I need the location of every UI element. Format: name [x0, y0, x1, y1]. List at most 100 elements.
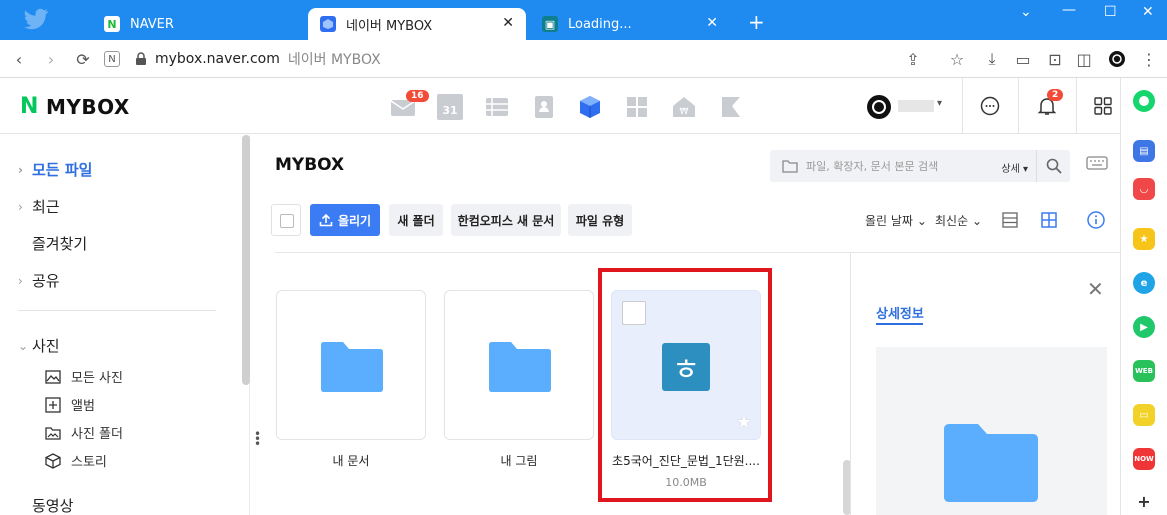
- capture-icon[interactable]: ⊡: [1044, 48, 1066, 70]
- sort-field-dropdown[interactable]: 올린 날짜 ⌄: [865, 212, 927, 229]
- sort-order-dropdown[interactable]: 최신순 ⌄: [935, 212, 982, 229]
- translate-icon[interactable]: e: [1133, 272, 1155, 294]
- mail-badge: 16: [406, 90, 429, 102]
- sidebar-subitem-photo-folder[interactable]: 사진 폴더: [45, 423, 123, 442]
- naver-green-circle-icon[interactable]: [1133, 90, 1155, 112]
- sidebar-item-recent[interactable]: › 최근: [18, 196, 60, 217]
- list-icon[interactable]: [484, 94, 510, 120]
- tab-label: NAVER: [130, 16, 174, 32]
- hancom-new-doc-button[interactable]: 한컴오피스 새 문서: [451, 204, 561, 236]
- select-all-checkbox[interactable]: [271, 204, 301, 236]
- sidebar-item-favorites[interactable]: 즐겨찾기: [32, 233, 87, 254]
- tab-label: Loading...: [568, 16, 632, 32]
- chevron-right-icon: ›: [18, 162, 23, 177]
- chevron-down-icon[interactable]: ▾: [937, 98, 942, 109]
- close-window-icon[interactable]: ✕: [1142, 4, 1154, 20]
- maximize-icon[interactable]: ☐: [1104, 4, 1117, 20]
- search-button[interactable]: [1036, 150, 1070, 182]
- more-icon[interactable]: ⋮: [1138, 48, 1160, 70]
- sidebar-subitem-story[interactable]: 스토리: [45, 451, 107, 470]
- back-icon[interactable]: ‹: [8, 48, 30, 70]
- sidebar-item-photos[interactable]: ⌄ 사진: [18, 335, 60, 356]
- sidebar-scrollbar[interactable]: [242, 135, 250, 385]
- forward-icon[interactable]: ›: [40, 48, 62, 70]
- tab-search-chevron-icon[interactable]: ⌄: [1020, 4, 1032, 20]
- chat-icon[interactable]: [980, 96, 1000, 116]
- search-options-dropdown[interactable]: 상세 ▾: [1001, 160, 1028, 175]
- file-type-button[interactable]: 파일 유형: [568, 204, 632, 236]
- sort-order-label: 최신순: [935, 214, 969, 228]
- all-services-icon[interactable]: [1094, 97, 1112, 115]
- apps-grid-icon[interactable]: [624, 94, 650, 120]
- webtoon-icon[interactable]: WEB: [1133, 360, 1155, 382]
- search-input[interactable]: 파일, 확장자, 문서 본문 검색 상세 ▾: [770, 150, 1070, 182]
- play-icon[interactable]: ▶: [1133, 316, 1155, 338]
- sort-field-label: 올린 날짜: [865, 214, 913, 228]
- close-icon[interactable]: ✕: [706, 15, 718, 31]
- sidebar-subitem-album[interactable]: 앨범: [45, 395, 95, 414]
- avatar[interactable]: [866, 94, 892, 120]
- grid-view-icon[interactable]: [1040, 211, 1058, 229]
- list-view-icon[interactable]: [1001, 211, 1019, 229]
- mybox-cube-icon[interactable]: [577, 94, 603, 120]
- sidebar-item-all-files[interactable]: › 모든 파일: [18, 159, 92, 180]
- info-icon[interactable]: [1087, 211, 1105, 229]
- search-icon: [1046, 158, 1062, 174]
- tab-label: 네이버 MYBOX: [346, 18, 433, 34]
- sidebar-item-videos[interactable]: 동영상: [32, 495, 73, 515]
- reload-icon[interactable]: ⟳: [72, 48, 94, 70]
- tab-naver[interactable]: N NAVER: [92, 8, 302, 40]
- browser-toolbar: ‹ › ⟳ N mybox.naver.com 네이버 MYBOX ⇪ ☆ ⤓ …: [0, 40, 1167, 78]
- naver-logo[interactable]: N: [20, 94, 38, 119]
- upload-icon: [319, 213, 333, 227]
- memo-icon[interactable]: ▭: [1133, 404, 1155, 426]
- folder-icon: [489, 342, 551, 392]
- resize-handle[interactable]: • • •: [254, 428, 261, 450]
- chevron-right-icon: ›: [18, 273, 23, 288]
- search-placeholder: 파일, 확장자, 문서 본문 검색: [806, 160, 939, 173]
- sidebar-toggle-icon[interactable]: ◫: [1073, 48, 1095, 70]
- sidebar-item-label: 공유: [32, 272, 60, 290]
- contacts-icon[interactable]: [531, 94, 557, 120]
- reader-icon[interactable]: N: [104, 51, 120, 67]
- minimize-icon[interactable]: —: [1062, 2, 1076, 18]
- sidebar-subitem-label: 앨범: [71, 399, 95, 414]
- add-icon[interactable]: +: [1133, 490, 1155, 512]
- calendar-icon[interactable]: 31: [437, 94, 463, 120]
- notification-badge: 2: [1047, 89, 1064, 101]
- tab-loading[interactable]: ▣ Loading... ✕: [530, 8, 730, 40]
- keyboard-icon[interactable]: [1086, 156, 1108, 172]
- new-folder-button[interactable]: 새 폴더: [389, 204, 443, 236]
- upload-button[interactable]: 올리기: [310, 204, 380, 236]
- close-icon[interactable]: ✕: [1087, 277, 1104, 301]
- new-tab-button[interactable]: +: [748, 12, 765, 32]
- address-bar[interactable]: mybox.naver.com 네이버 MYBOX: [135, 46, 895, 72]
- sidebar-item-shared[interactable]: › 공유: [18, 270, 60, 291]
- browser-tab-strip: N NAVER 네이버 MYBOX ✕ ▣ Loading... ✕ + ⌄ —…: [0, 0, 1167, 40]
- folder-icon: [944, 424, 1038, 502]
- profile-icon[interactable]: [1106, 48, 1128, 70]
- briefcase-icon[interactable]: ▤: [1133, 140, 1155, 162]
- album-plus-icon: [45, 396, 61, 413]
- file-name[interactable]: 내 그림: [444, 452, 594, 469]
- divider: [1018, 78, 1019, 134]
- mybox-logo-text[interactable]: MYBOX: [46, 95, 130, 119]
- download-icon[interactable]: ⤓: [981, 48, 1003, 70]
- video-icon[interactable]: ▭: [1012, 48, 1034, 70]
- bookmark-icon[interactable]: [718, 94, 744, 120]
- sidebar-subitem-all-photos[interactable]: 모든 사진: [45, 367, 123, 386]
- page-title: MYBOX: [275, 155, 345, 175]
- file-card-folder[interactable]: [276, 290, 426, 440]
- now-icon[interactable]: NOW: [1133, 448, 1155, 470]
- close-icon[interactable]: ✕: [502, 15, 514, 31]
- star-app-icon[interactable]: ★: [1133, 228, 1155, 250]
- favorites-icon[interactable]: ☆: [946, 48, 968, 70]
- pay-house-icon[interactable]: ₩: [671, 94, 697, 120]
- file-card-folder[interactable]: [444, 290, 594, 440]
- file-name[interactable]: 내 문서: [276, 452, 426, 469]
- tab-mybox[interactable]: 네이버 MYBOX ✕: [308, 8, 526, 40]
- calendar-day: 31: [442, 104, 458, 117]
- pocket-icon[interactable]: ◡: [1133, 178, 1155, 200]
- tab-detail-info[interactable]: 상세정보: [876, 303, 924, 322]
- share-icon[interactable]: ⇪: [902, 48, 924, 70]
